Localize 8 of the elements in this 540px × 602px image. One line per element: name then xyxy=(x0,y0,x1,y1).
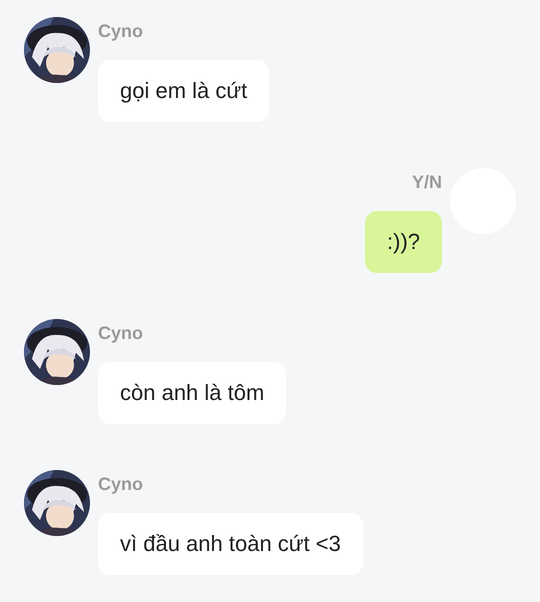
message-bubble: :))? xyxy=(365,211,442,273)
sender-name: Y/N xyxy=(412,171,442,193)
message-bubble: vì đầu anh toàn cứt <3 xyxy=(98,513,363,575)
sender-name: Cyno xyxy=(98,473,144,495)
sender-name: Cyno xyxy=(98,20,144,42)
message-bubble: còn anh là tôm xyxy=(98,362,286,424)
sender-name: Cyno xyxy=(98,322,144,344)
message-bubble: gọi em là cứt xyxy=(98,60,270,122)
